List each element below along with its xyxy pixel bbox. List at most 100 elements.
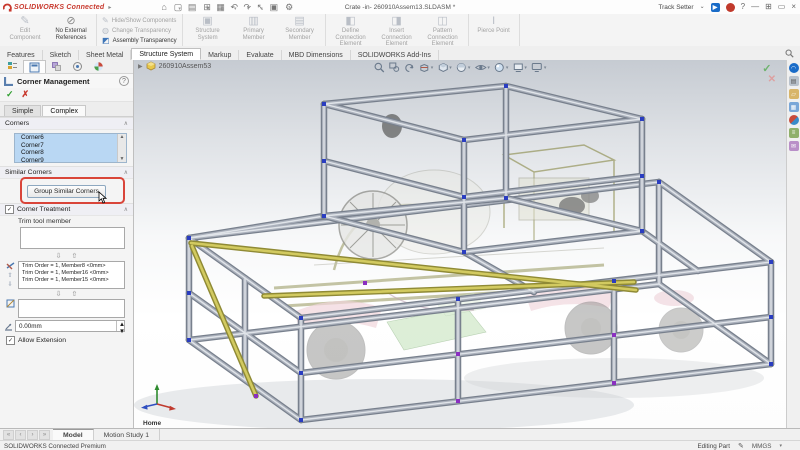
search-icon[interactable] <box>785 49 794 58</box>
rebuild-icon[interactable]: ▣ <box>270 3 279 12</box>
corner-treatment-checkbox[interactable]: ✓ <box>5 205 14 214</box>
view-orientation-icon[interactable]: ▾ <box>437 62 452 73</box>
insert-connection-element-button[interactable]: ◨ Insert Connection Element <box>377 16 417 48</box>
trim-order-item[interactable]: Trim Order = 1, Member16 <0mm> <box>19 269 124 276</box>
brand-caret-icon[interactable]: ▸ <box>108 4 111 11</box>
tab-features[interactable]: Features <box>0 50 43 60</box>
3d-model-crate-assembly[interactable] <box>134 60 787 428</box>
scroll-next-icon[interactable]: › <box>27 430 38 440</box>
scroll-down-icon[interactable]: ▼ <box>120 156 125 162</box>
home-icon[interactable]: ⌂ <box>161 3 166 12</box>
hide-show-items-icon[interactable]: ▾ <box>474 62 490 73</box>
account-caret-icon[interactable]: ⌄ <box>700 4 705 10</box>
apply-scene-icon[interactable]: ▾ <box>512 62 527 73</box>
panel-help-icon[interactable]: ? <box>119 76 129 86</box>
pattern-connection-element-button[interactable]: ◫ Pattern Connection Element <box>423 16 463 48</box>
new-document-icon[interactable]: ▢▾ <box>174 3 181 12</box>
corners-listbox[interactable]: Corner6 Corner7 Corner8 Corner9 ▲ ▼ <box>14 133 127 163</box>
list-scrollbar[interactable]: ▲ ▼ <box>117 134 126 162</box>
configuration-manager-tab[interactable] <box>46 61 67 73</box>
scroll-last-icon[interactable]: » <box>39 430 50 440</box>
similar-corners-group-header[interactable]: Similar Corners ∧ <box>0 166 133 179</box>
minimize-icon[interactable]: — <box>751 3 759 11</box>
define-connection-element-button[interactable]: ◧ Define Connection Element <box>331 16 371 48</box>
graphics-viewport[interactable]: ▶ 260910Assem53 <box>134 60 800 428</box>
corner-list-item[interactable]: Corner9 <box>15 157 118 164</box>
order-up-icon[interactable]: ⇧ <box>7 272 12 279</box>
member-select-icon[interactable] <box>6 299 15 308</box>
trim-tool-icon[interactable] <box>6 261 15 270</box>
assembly-transparency-button[interactable]: ◩ Assembly Transparency <box>102 36 177 45</box>
no-external-references-button[interactable]: ⊘ No External References <box>51 16 91 41</box>
units-caret-icon[interactable]: ▾ <box>779 443 782 449</box>
zoom-to-fit-icon[interactable] <box>374 62 385 73</box>
tab-markup[interactable]: Markup <box>201 50 239 60</box>
expand-arrow-icon[interactable]: ▶ <box>138 63 143 70</box>
tab-evaluate[interactable]: Evaluate <box>239 50 281 60</box>
cancel-button[interactable]: ✗ <box>22 89 30 100</box>
feature-manager-tab[interactable] <box>2 61 23 73</box>
spin-up-icon[interactable]: ▲ <box>116 321 125 328</box>
avatar[interactable] <box>726 3 735 12</box>
custom-properties-icon[interactable]: ≡ <box>789 128 799 138</box>
units-selector[interactable]: MMGS <box>752 443 772 450</box>
trim-tool-member-box[interactable] <box>20 227 125 249</box>
trim-order-listbox[interactable]: Trim Order = 1, Member8 <0mm> Trim Order… <box>18 261 125 289</box>
tab-sketch[interactable]: Sketch <box>43 50 79 60</box>
options-icon[interactable]: ⚙▾ <box>285 3 292 12</box>
forum-icon[interactable]: ✉ <box>789 141 799 151</box>
view-settings-icon[interactable]: ▾ <box>531 62 547 73</box>
display-style-icon[interactable]: ▾ <box>456 62 471 73</box>
3dexperience-icon[interactable]: ◠ <box>789 63 799 73</box>
tab-complex[interactable]: Complex <box>42 105 86 116</box>
tab-solidworks-add-ins[interactable]: SOLIDWORKS Add-Ins <box>351 50 439 60</box>
zoom-to-area-icon[interactable] <box>389 62 400 73</box>
close-icon[interactable]: × <box>791 3 796 11</box>
spinner-buttons[interactable]: ▲ ▼ <box>116 321 124 331</box>
accept-button[interactable]: ✓ <box>6 89 14 100</box>
tab-mbd-dimensions[interactable]: MBD Dimensions <box>282 50 351 60</box>
primary-member-button[interactable]: ▥ Primary Member <box>234 16 274 41</box>
offset-distance-field[interactable]: 0.00mm ▲ ▼ <box>15 320 125 332</box>
scroll-first-icon[interactable]: « <box>3 430 14 440</box>
scroll-up-icon[interactable]: ▲ <box>120 134 125 140</box>
hide-show-components-button[interactable]: ✎ Hide/Show Components <box>102 16 177 25</box>
structure-system-button[interactable]: ▣ Structure System <box>188 16 228 41</box>
tab-structure-system[interactable]: Structure System <box>131 48 201 60</box>
scroll-prev-icon[interactable]: ‹ <box>15 430 26 440</box>
spin-down-icon[interactable]: ▼ <box>116 328 125 335</box>
appearances-icon[interactable] <box>789 115 799 125</box>
move-down-icon[interactable]: ⇩ <box>56 290 62 298</box>
change-transparency-button[interactable]: ◍ Change Transparency <box>102 26 177 35</box>
select-icon[interactable]: ↖▾ <box>257 3 263 12</box>
edit-component-button[interactable]: ✎ Edit Component <box>5 16 45 41</box>
edit-appearance-icon[interactable]: ▾ <box>494 62 509 73</box>
corners-group-header[interactable]: Corners ∧ <box>0 117 133 130</box>
assembly-name[interactable]: 260910Assem53 <box>159 63 212 70</box>
move-up-icon[interactable]: ⇧ <box>72 290 78 298</box>
platform-icon[interactable]: ▶ <box>711 3 720 12</box>
print-icon[interactable]: ▦▾ <box>216 3 223 12</box>
allow-extension-checkbox[interactable]: ✓ <box>6 336 15 345</box>
open-icon[interactable]: ▤ <box>188 3 197 12</box>
confirm-cancel-icon[interactable]: ✕ <box>768 75 776 85</box>
file-explorer-icon[interactable]: ▱ <box>789 89 799 99</box>
tab-simple[interactable]: Simple <box>4 105 41 116</box>
group-similar-corners-button[interactable]: Group Similar Corners <box>27 185 106 198</box>
dimxpert-manager-tab[interactable] <box>67 61 88 73</box>
flyout-feature-tree[interactable]: ▶ 260910Assem53 <box>138 61 211 71</box>
order-down-icon[interactable]: ⇩ <box>7 281 12 288</box>
move-down-icon[interactable]: ⇩ <box>56 252 62 260</box>
maximize-icon[interactable]: ▭ <box>778 3 786 11</box>
view-palette-icon[interactable]: ▦ <box>789 102 799 112</box>
undo-icon[interactable]: ↶▾ <box>230 3 236 12</box>
design-library-icon[interactable]: ▤ <box>789 76 799 86</box>
previous-view-icon[interactable] <box>404 62 415 73</box>
secondary-member-button[interactable]: ▤ Secondary Member <box>280 16 320 41</box>
tab-sheet-metal[interactable]: Sheet Metal <box>79 50 131 60</box>
corner-list-item[interactable]: Corner7 <box>15 142 118 150</box>
redo-icon[interactable]: ↷▾ <box>244 3 250 12</box>
corner-list-item[interactable]: Corner8 <box>15 149 118 157</box>
save-icon[interactable]: ⊞▾ <box>203 3 209 12</box>
account-name[interactable]: Track Setter <box>658 4 693 11</box>
